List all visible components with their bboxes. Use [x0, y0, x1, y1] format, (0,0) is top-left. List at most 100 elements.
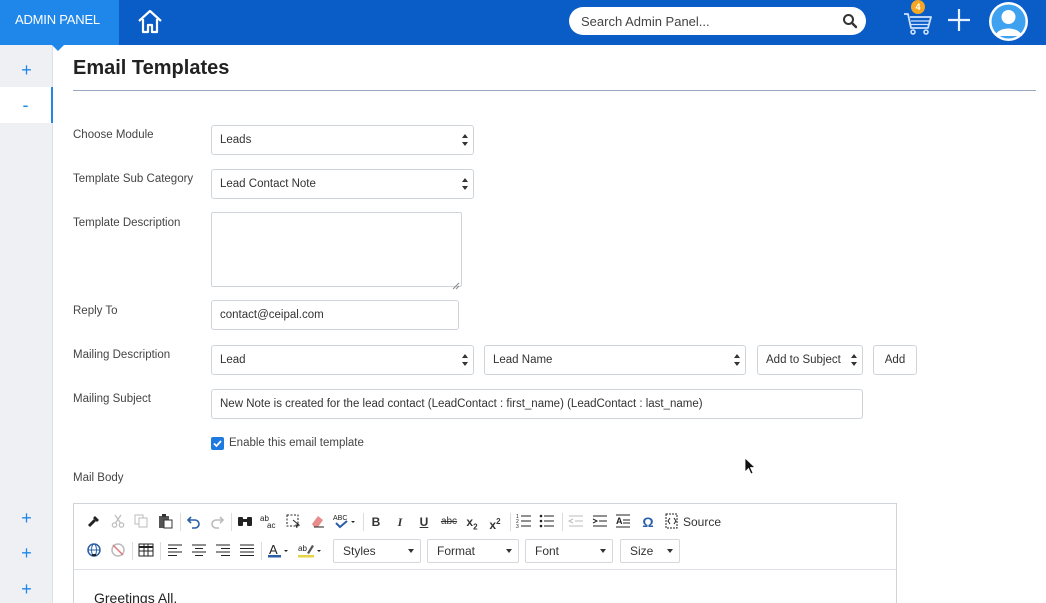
- chevron-down-icon: [600, 549, 606, 553]
- admin-panel-brand[interactable]: ADMIN PANEL: [0, 0, 119, 45]
- font-combo-label: Font: [535, 544, 560, 558]
- mailing-target-value: Add to Subject: [766, 354, 841, 366]
- choose-module-label: Choose Module: [73, 129, 154, 141]
- blockquote-icon[interactable]: A: [615, 513, 631, 531]
- undo-icon[interactable]: [186, 513, 202, 531]
- mailing-description-label: Mailing Description: [73, 349, 171, 361]
- bold-icon[interactable]: B: [369, 513, 383, 531]
- enable-template-checkbox[interactable]: [211, 437, 224, 450]
- reply-to-value: contact@ceipal.com: [220, 309, 324, 321]
- select-arrows-icon: [734, 354, 740, 366]
- cut-icon[interactable]: [110, 513, 126, 531]
- toolbar-separator: [510, 513, 511, 531]
- cart-count-badge: 4: [911, 0, 925, 14]
- paste-from-word-icon[interactable]: [86, 513, 102, 531]
- select-arrows-icon: [462, 178, 468, 190]
- strikethrough-icon[interactable]: abc: [440, 513, 458, 531]
- mailing-entity-select[interactable]: Lead: [211, 345, 474, 375]
- source-icon[interactable]: [664, 513, 680, 531]
- mouse-cursor-icon: [744, 457, 757, 475]
- special-character-icon[interactable]: Ω: [640, 513, 656, 531]
- mailing-field-select[interactable]: Lead Name: [484, 345, 746, 375]
- bulleted-list-icon[interactable]: [539, 513, 555, 531]
- select-arrows-icon: [851, 354, 857, 366]
- svg-text:A: A: [616, 516, 623, 526]
- mailing-subject-value: New Note is created for the lead contact…: [220, 398, 703, 410]
- align-left-icon[interactable]: [167, 542, 183, 560]
- justify-icon[interactable]: [239, 542, 255, 560]
- link-icon[interactable]: [86, 542, 102, 560]
- home-icon[interactable]: [136, 8, 164, 34]
- search-icon[interactable]: [842, 13, 858, 29]
- numbered-list-icon[interactable]: 123: [516, 513, 532, 531]
- choose-module-select[interactable]: Leads: [211, 125, 474, 155]
- background-color-icon[interactable]: ab: [298, 542, 324, 560]
- rail-expand-button[interactable]: +: [0, 500, 53, 536]
- user-avatar[interactable]: [989, 2, 1028, 41]
- text-color-icon[interactable]: A: [268, 542, 292, 560]
- rail-expand-button[interactable]: +: [0, 52, 53, 88]
- toolbar-separator: [261, 542, 262, 560]
- align-center-icon[interactable]: [191, 542, 207, 560]
- toolbar-separator: [363, 513, 364, 531]
- spellcheck-icon[interactable]: ABC: [333, 513, 357, 531]
- redo-icon[interactable]: [209, 513, 225, 531]
- sub-category-value: Lead Contact Note: [220, 178, 316, 190]
- resize-grip-icon[interactable]: [452, 277, 460, 290]
- select-arrows-icon: [462, 354, 468, 366]
- editor-body-text[interactable]: Greetings All,: [94, 590, 177, 603]
- size-combo[interactable]: Size: [620, 539, 680, 563]
- underline-icon[interactable]: U: [417, 513, 431, 531]
- mailing-target-select[interactable]: Add to Subject: [757, 345, 863, 375]
- add-icon[interactable]: [946, 7, 972, 33]
- styles-combo-label: Styles: [343, 544, 376, 558]
- align-right-icon[interactable]: [215, 542, 231, 560]
- chevron-down-icon: [408, 549, 414, 553]
- svg-text:3: 3: [516, 524, 519, 529]
- mailing-subject-input[interactable]: New Note is created for the lead contact…: [211, 389, 863, 419]
- top-bar: ADMIN PANEL 4: [0, 0, 1046, 45]
- replace-icon[interactable]: ab ac: [260, 513, 278, 531]
- select-arrows-icon: [462, 134, 468, 146]
- reply-to-input[interactable]: contact@ceipal.com: [211, 300, 459, 330]
- svg-text:ABC: ABC: [333, 515, 347, 522]
- left-rail: + - + + +: [0, 45, 53, 603]
- table-icon[interactable]: [138, 542, 154, 560]
- outdent-icon[interactable]: [567, 513, 584, 531]
- source-button[interactable]: Source: [683, 513, 725, 531]
- paste-icon[interactable]: [157, 513, 173, 531]
- indent-icon[interactable]: [592, 513, 608, 531]
- rail-expand-button[interactable]: +: [0, 535, 53, 571]
- spellcheck-eraser-icon[interactable]: [309, 513, 325, 531]
- enable-template-label[interactable]: Enable this email template: [229, 437, 364, 449]
- search-input[interactable]: [581, 7, 831, 35]
- rail-collapse-button[interactable]: -: [0, 87, 53, 123]
- unlink-icon[interactable]: [110, 542, 126, 560]
- rich-text-editor: ab ac ABC B I U abc x2 x2 123 A Ω Source…: [73, 503, 897, 603]
- add-button[interactable]: Add: [873, 345, 917, 375]
- svg-text:ab: ab: [298, 544, 307, 553]
- select-all-icon[interactable]: [285, 513, 301, 531]
- copy-icon[interactable]: [133, 513, 149, 531]
- description-label: Template Description: [73, 217, 181, 229]
- size-combo-label: Size: [630, 544, 654, 558]
- styles-combo[interactable]: Styles: [333, 539, 421, 563]
- toolbar-separator: [231, 513, 232, 531]
- font-combo[interactable]: Font: [525, 539, 613, 563]
- reply-to-label: Reply To: [73, 305, 118, 317]
- svg-text:A: A: [269, 542, 278, 557]
- format-combo[interactable]: Format: [427, 539, 519, 563]
- mailing-entity-value: Lead: [220, 354, 246, 366]
- toolbar-separator: [132, 542, 133, 560]
- subscript-icon[interactable]: x2: [465, 513, 479, 531]
- mail-body-label: Mail Body: [73, 472, 124, 484]
- italic-icon[interactable]: I: [393, 513, 407, 531]
- brand-caret-icon: [52, 45, 64, 51]
- sub-category-select[interactable]: Lead Contact Note: [211, 169, 474, 199]
- title-divider: [73, 90, 1036, 91]
- superscript-icon[interactable]: x2: [488, 513, 502, 532]
- rail-expand-button[interactable]: +: [0, 571, 53, 603]
- description-textarea[interactable]: [211, 212, 462, 290]
- find-icon[interactable]: [237, 513, 253, 531]
- editor-toolbar: ab ac ABC B I U abc x2 x2 123 A Ω Source…: [74, 504, 896, 570]
